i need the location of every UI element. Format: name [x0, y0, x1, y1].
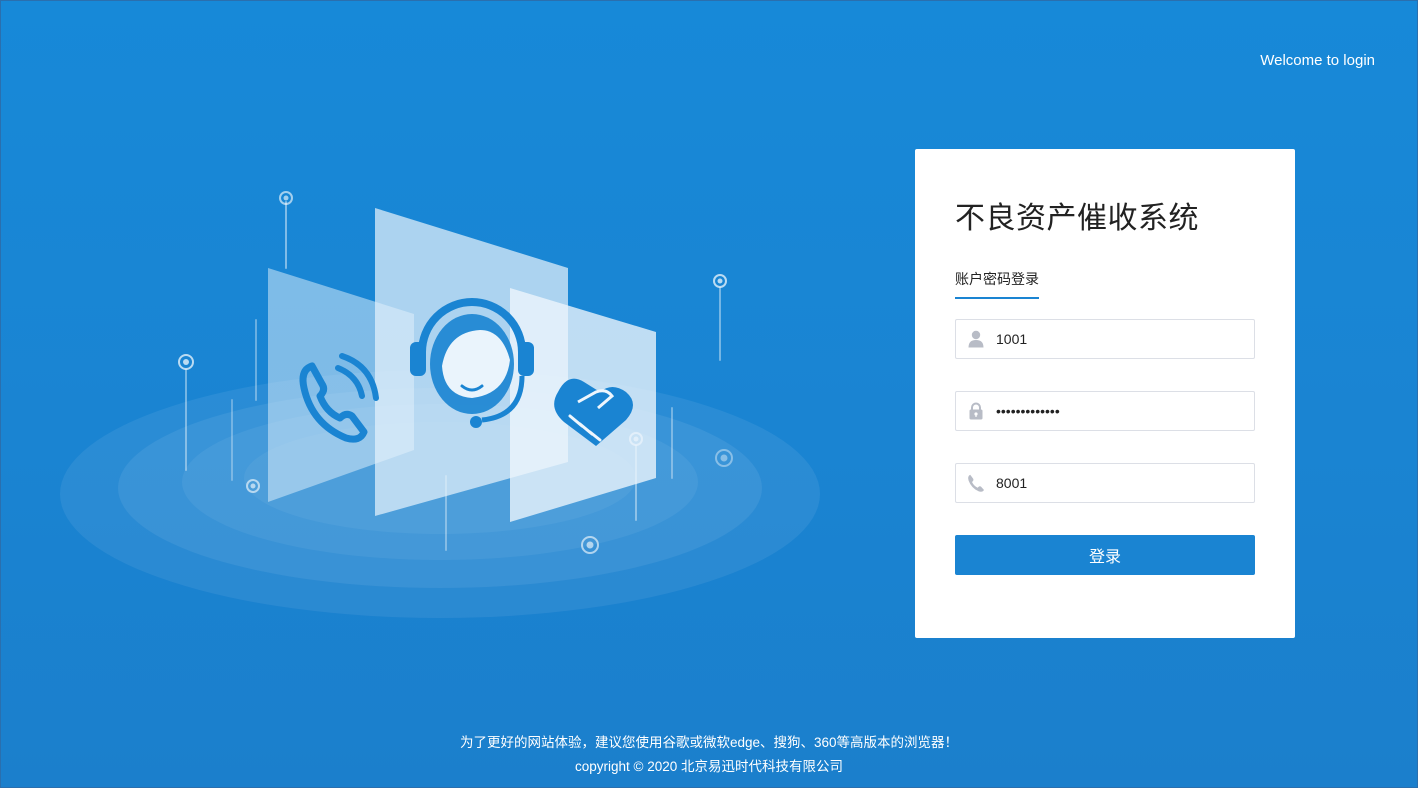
login-card: 不良资产催收系统 账户密码登录 登录	[915, 149, 1295, 638]
password-input[interactable]	[996, 392, 1246, 430]
extension-input[interactable]	[996, 464, 1246, 502]
login-tab-bar: 账户密码登录	[955, 269, 1255, 299]
extension-field[interactable]	[955, 463, 1255, 503]
phone-icon	[968, 474, 984, 492]
username-input[interactable]	[996, 320, 1246, 358]
tab-account-password-login[interactable]: 账户密码登录	[955, 269, 1039, 299]
copyright-text: copyright © 2020 北京易迅时代科技有限公司	[574, 759, 843, 774]
password-field[interactable]	[955, 391, 1255, 431]
customer-service-illustration	[60, 191, 820, 618]
login-button[interactable]: 登录	[955, 535, 1255, 575]
browser-tip: 为了更好的网站体验，建议您使用谷歌或微软edge、搜狗、360等高版本的浏览器！	[459, 735, 959, 750]
user-icon	[968, 330, 984, 348]
lock-icon	[969, 402, 983, 420]
system-title: 不良资产催收系统	[955, 202, 1199, 235]
username-field[interactable]	[955, 319, 1255, 359]
welcome-text: Welcome to login	[1260, 52, 1375, 69]
